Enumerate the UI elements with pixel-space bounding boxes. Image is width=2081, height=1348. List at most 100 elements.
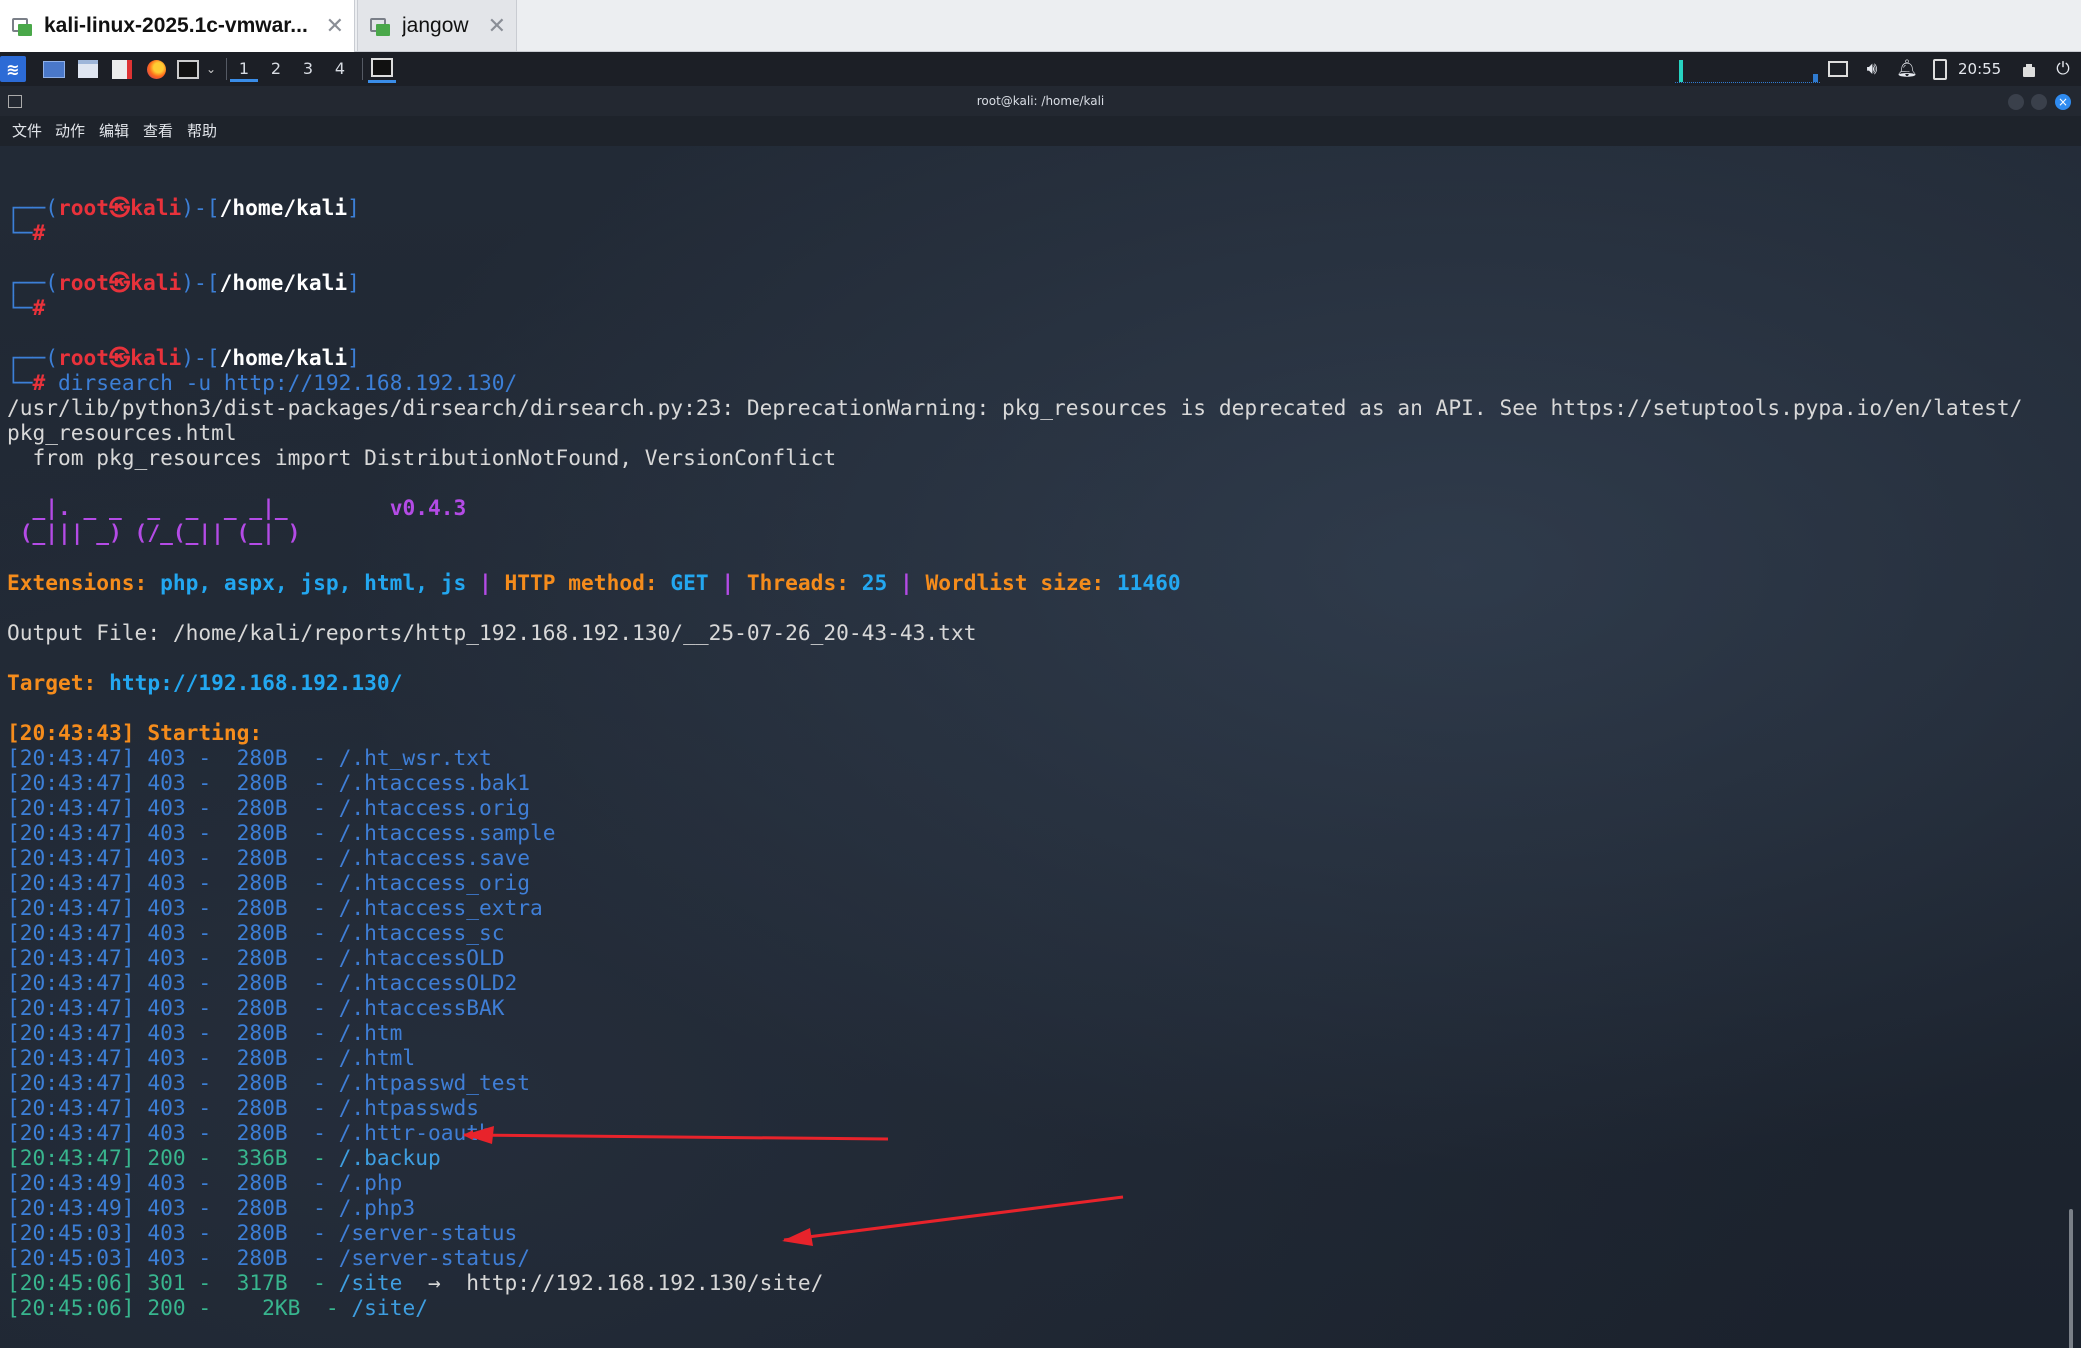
- result-meta: [20:43:47] 403 - 280B -: [7, 1045, 339, 1070]
- xfce-top-panel: ≋ ⌄ 1 2 3 4 🔊︎ 🔔︎ 20:55 ⏻: [0, 52, 2081, 86]
- result-path: /site: [338, 1270, 403, 1295]
- result-path: /.htpasswds: [338, 1095, 479, 1120]
- result-path: /.htaccess.save: [338, 845, 530, 870]
- maximize-button[interactable]: [2031, 94, 2047, 110]
- minimize-button[interactable]: [2008, 94, 2024, 110]
- vm-tab-kali[interactable]: kali-linux-2025.1c-vmwar... ✕: [0, 0, 355, 52]
- display-icon[interactable]: [1826, 56, 1850, 82]
- menu-view[interactable]: 查看: [143, 116, 173, 146]
- kali-menu-icon[interactable]: ≋: [0, 56, 26, 82]
- result-row: [20:43:47] 403 - 280B - /.htaccess.sampl…: [7, 820, 2022, 845]
- terminal-scrollbar[interactable]: [2069, 1209, 2073, 1348]
- result-path: /.htaccess.orig: [338, 795, 530, 820]
- file-manager-icon[interactable]: [76, 56, 100, 82]
- config-value: 11460: [1116, 570, 1181, 595]
- workspace-2[interactable]: 2: [262, 56, 290, 82]
- command-text: dirsearch -u http://192.168.192.130/: [45, 370, 518, 395]
- logout-icon[interactable]: ⏻: [2051, 56, 2075, 82]
- result-meta: [20:43:47] 200 - 336B -: [7, 1145, 339, 1170]
- result-row: [20:43:47] 403 - 280B - /.htaccess.orig: [7, 795, 2022, 820]
- terminal-launcher-icon[interactable]: [176, 56, 200, 82]
- prompt-input-line: └─#: [7, 295, 2022, 320]
- prompt-line: ┌──(root㉿kali)-[/home/kali]: [7, 270, 2022, 295]
- result-path: /.html: [338, 1045, 416, 1070]
- terminal-lines: ┌──(root㉿kali)-[/home/kali] └─# ┌──(root㉿k…: [7, 170, 2022, 1348]
- prompt-symbol: #: [32, 220, 46, 245]
- firefox-icon[interactable]: [144, 56, 168, 82]
- prompt-line: ┌──(root㉿kali)-[/home/kali]: [7, 195, 2022, 220]
- warning-line: from pkg_resources import DistributionNo…: [7, 445, 2022, 470]
- window-menu-icon[interactable]: [8, 95, 22, 108]
- result-path: /.php3: [338, 1195, 416, 1220]
- result-redirect: → http://192.168.192.130/site/: [402, 1270, 824, 1295]
- notification-bell-icon[interactable]: 🔔︎: [1895, 56, 1919, 82]
- result-path: /.htaccess_extra: [338, 895, 543, 920]
- close-icon[interactable]: ✕: [488, 13, 506, 39]
- prompt-cwd: /home/kali: [219, 195, 348, 220]
- prompt-input-line: └─# dirsearch -u http://192.168.192.130/: [7, 370, 2022, 395]
- config-value: 25: [861, 570, 888, 595]
- power-manager-icon[interactable]: [1928, 56, 1952, 82]
- result-meta: [20:43:47] 403 - 280B -: [7, 770, 339, 795]
- prompt-line: ┌──(root㉿kali)-[/home/kali]: [7, 345, 2022, 370]
- result-row: [20:45:06] 200 - 2KB - /site/: [7, 1295, 2022, 1320]
- terminal-menubar: 文件 动作 编辑 查看 帮助: [0, 116, 2081, 146]
- chevron-down-icon[interactable]: ⌄: [204, 56, 218, 82]
- volume-icon[interactable]: 🔊︎: [1860, 56, 1884, 82]
- logo-line: _|. _ _ _ _ _ _|_ v0.4.3: [7, 495, 2022, 520]
- starting-line: [20:43:43] Starting:: [7, 720, 2022, 745]
- result-meta: [20:43:47] 403 - 280B -: [7, 995, 339, 1020]
- result-meta: [20:43:47] 403 - 280B -: [7, 745, 339, 770]
- result-path: /server-status/: [338, 1245, 530, 1270]
- vm-tab-jangow[interactable]: jangow ✕: [357, 0, 517, 52]
- workspace-1[interactable]: 1: [230, 56, 258, 82]
- menu-help[interactable]: 帮助: [187, 116, 217, 146]
- config-sep: |: [708, 570, 747, 595]
- menu-edit[interactable]: 编辑: [99, 116, 129, 146]
- dirsearch-version: v0.4.3: [313, 495, 467, 520]
- config-sep: |: [466, 570, 505, 595]
- lock-icon[interactable]: [2017, 56, 2041, 82]
- result-meta: [20:45:06] 200 - 2KB -: [7, 1295, 352, 1320]
- window-titlebar[interactable]: root@kali: /home/kali ×: [0, 86, 2081, 116]
- panel-separator: [226, 58, 227, 80]
- result-row: [20:43:47] 403 - 280B - /.htaccess.save: [7, 845, 2022, 870]
- result-row: [20:43:47] 403 - 280B - /.htaccessBAK: [7, 995, 2022, 1020]
- warning-line: pkg_resources.html: [7, 420, 2022, 445]
- result-path: /.htaccessBAK: [338, 995, 505, 1020]
- text-editor-icon[interactable]: [111, 56, 133, 82]
- show-desktop-icon[interactable]: [42, 56, 66, 82]
- warning-text: from pkg_resources import DistributionNo…: [7, 445, 837, 470]
- prompt-frame: └─: [7, 295, 33, 320]
- prompt-user-host: root㉿kali: [58, 270, 182, 295]
- result-meta: [20:45:03] 403 - 280B -: [7, 1245, 339, 1270]
- terminal-output[interactable]: ┌──(root㉿kali)-[/home/kali] └─# ┌──(root㉿k…: [0, 146, 2081, 1348]
- clock[interactable]: 20:55: [1958, 56, 2001, 82]
- menu-file[interactable]: 文件: [12, 116, 42, 146]
- workspace-4[interactable]: 4: [326, 56, 354, 82]
- prompt-frame: ]: [347, 345, 360, 370]
- config-label: HTTP method:: [504, 570, 671, 595]
- logo-line: (_||| _) (/_(_|| (_| ): [7, 520, 2022, 545]
- menu-action[interactable]: 动作: [55, 116, 85, 146]
- close-icon[interactable]: ✕: [326, 13, 344, 39]
- target-line: Target: http://192.168.192.130/: [7, 670, 2022, 695]
- result-meta: [20:43:47] 403 - 280B -: [7, 1020, 339, 1045]
- vmware-tab-strip: kali-linux-2025.1c-vmwar... ✕ jangow ✕: [0, 0, 2081, 52]
- panel-separator: [362, 58, 363, 80]
- output-file-line: Output File: /home/kali/reports/http_192…: [7, 620, 2022, 645]
- dirsearch-logo: (_||| _) (/_(_|| (_| ): [7, 520, 314, 545]
- taskbar-terminal-button[interactable]: [368, 55, 396, 83]
- result-meta: [20:43:47] 403 - 280B -: [7, 895, 339, 920]
- prompt-frame: └─: [7, 370, 33, 395]
- result-path: /.htpasswd_test: [338, 1070, 530, 1095]
- result-row: [20:43:47] 403 - 280B - /.htaccess_sc: [7, 920, 2022, 945]
- workspace-3[interactable]: 3: [294, 56, 322, 82]
- close-button[interactable]: ×: [2055, 94, 2071, 110]
- config-sep: |: [887, 570, 926, 595]
